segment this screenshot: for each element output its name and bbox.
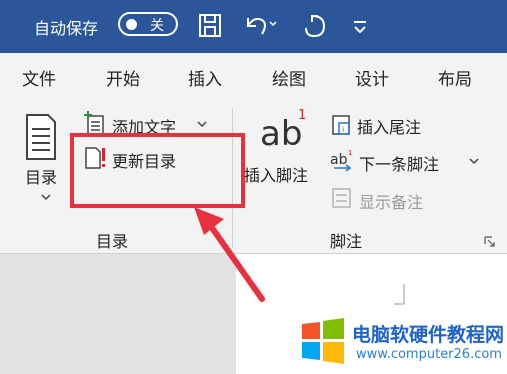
svg-text:ab: ab xyxy=(260,114,302,154)
redo-icon[interactable] xyxy=(300,10,328,40)
annotation-arrow xyxy=(194,207,265,302)
autosave-toggle[interactable]: 关 xyxy=(118,12,178,36)
svg-text:ab: ab xyxy=(330,152,348,168)
insert-endnote-button[interactable]: 插入尾注 xyxy=(357,114,421,138)
footnote-group-label: 脚注 xyxy=(330,232,363,251)
toggle-knob xyxy=(126,19,137,30)
autosave-label: 自动保存 xyxy=(34,19,99,38)
dialog-launcher-icon[interactable] xyxy=(484,236,496,248)
tab-layout[interactable]: 布局 xyxy=(438,65,472,90)
highlight-box xyxy=(70,133,245,208)
insert-endnote-icon[interactable]: i xyxy=(330,113,354,137)
watermark-site-name: 电脑软硬件教程网 xyxy=(352,324,505,346)
tab-draw[interactable]: 绘图 xyxy=(272,65,306,90)
svg-text:1: 1 xyxy=(298,108,306,123)
title-bar: 自动保存 关 xyxy=(0,0,507,53)
toc-button[interactable]: 目录 xyxy=(25,164,57,188)
next-footnote-chevron-icon xyxy=(469,158,479,165)
customize-icon[interactable] xyxy=(350,10,370,40)
toc-icon[interactable] xyxy=(24,113,58,161)
next-footnote-button[interactable]: 下一条脚注 xyxy=(359,151,439,175)
svg-text:i: i xyxy=(342,125,344,134)
add-text-chevron-icon xyxy=(197,121,207,128)
insert-footnote-icon[interactable]: ab 1 xyxy=(258,105,310,155)
show-notes-button[interactable]: 显示备注 xyxy=(359,189,423,213)
show-notes-icon xyxy=(332,188,351,208)
margin-mark xyxy=(394,284,405,305)
ribbon-tabs: 文件 开始 插入 绘图 设计 布局 xyxy=(0,53,507,98)
autosave-state: 关 xyxy=(150,18,164,34)
tab-home[interactable]: 开始 xyxy=(106,65,140,90)
toc-group-label: 目录 xyxy=(96,232,129,251)
save-icon[interactable] xyxy=(196,10,224,40)
windows-logo xyxy=(302,318,344,364)
next-footnote-icon[interactable]: ab 1 xyxy=(330,148,356,172)
watermark-url: www.computer26.com xyxy=(356,347,502,362)
insert-footnote-button[interactable]: 插入脚注 xyxy=(244,162,308,186)
tab-insert[interactable]: 插入 xyxy=(188,65,222,90)
undo-icon[interactable] xyxy=(240,10,280,40)
tab-design[interactable]: 设计 xyxy=(355,65,389,90)
tab-file[interactable]: 文件 xyxy=(22,65,56,90)
svg-text:1: 1 xyxy=(348,149,352,157)
chevron-down-icon xyxy=(41,194,51,201)
